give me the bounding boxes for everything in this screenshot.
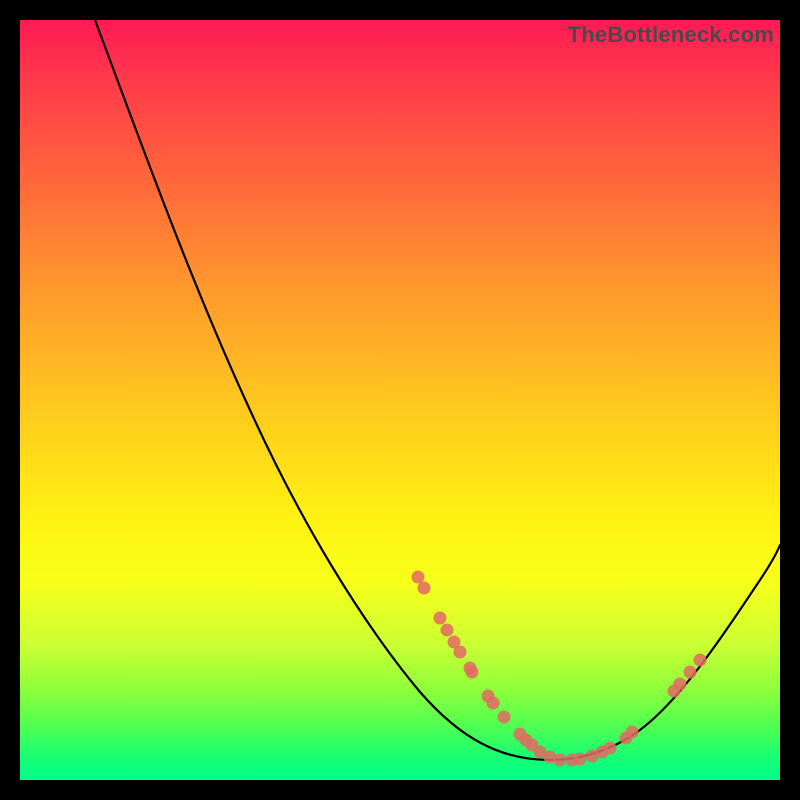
chart-frame: TheBottleneck.com bbox=[20, 20, 780, 780]
data-point bbox=[454, 646, 467, 659]
data-points-group bbox=[412, 571, 707, 767]
data-point bbox=[418, 582, 431, 595]
data-point bbox=[466, 666, 479, 679]
data-point bbox=[498, 711, 511, 724]
curve-layer bbox=[20, 20, 780, 780]
data-point bbox=[694, 654, 707, 667]
data-point bbox=[434, 612, 447, 625]
bottleneck-curve bbox=[95, 20, 780, 760]
data-point bbox=[412, 571, 425, 584]
data-point bbox=[684, 666, 697, 679]
data-point bbox=[674, 678, 687, 691]
data-point bbox=[487, 697, 500, 710]
data-point bbox=[574, 753, 587, 766]
data-point bbox=[604, 742, 617, 755]
data-point bbox=[441, 624, 454, 637]
data-point bbox=[554, 754, 567, 767]
data-point bbox=[626, 726, 639, 739]
